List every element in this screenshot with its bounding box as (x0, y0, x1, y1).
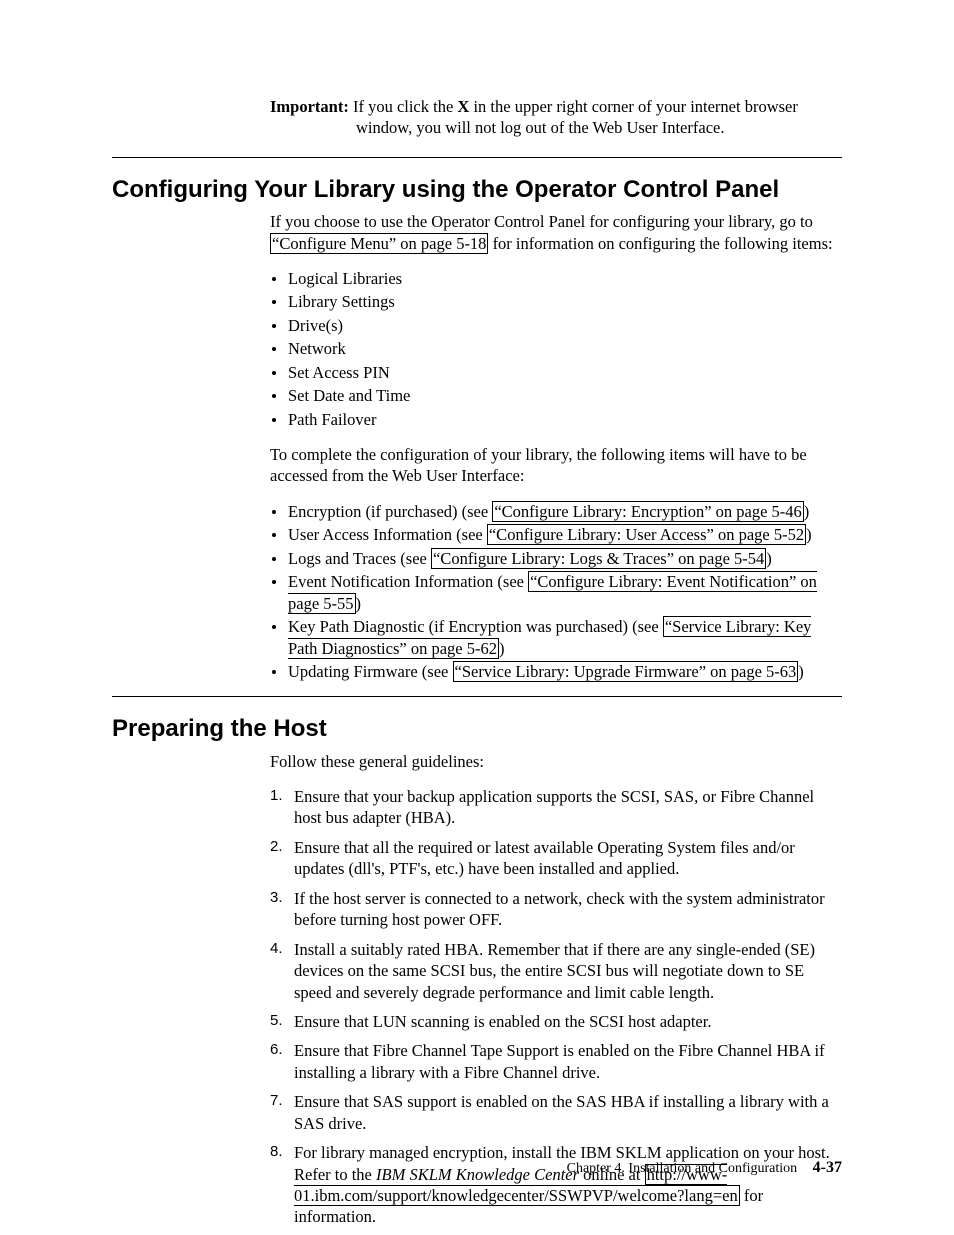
list-item-pre: Key Path Diagnostic (if Encryption was p… (288, 617, 663, 636)
list-item: Updating Firmware (see “Service Library:… (270, 661, 842, 682)
list-item-pre: User Access Information (see (288, 525, 487, 544)
list-item-post: ) (499, 639, 505, 658)
user-access-link[interactable]: “Configure Library: User Access” on page… (487, 524, 806, 545)
intro-a-text: If you choose to use the Operator Contro… (270, 212, 813, 231)
step-item: Ensure that all the required or latest a… (270, 837, 842, 880)
page: Important: If you click the X in the upp… (0, 0, 954, 1235)
important-line2: window, you will not log out of the Web … (356, 117, 842, 138)
list-item: Drive(s) (270, 315, 842, 336)
list-item-post: ) (766, 549, 772, 568)
configure-menu-link[interactable]: “Configure Menu” on page 5-18 (270, 233, 488, 254)
step-item: Install a suitably rated HBA. Remember t… (270, 939, 842, 1003)
encryption-link[interactable]: “Configure Library: Encryption” on page … (492, 501, 803, 522)
step-item: For library managed encryption, install … (270, 1142, 842, 1228)
section-title-b: Preparing the Host (112, 713, 842, 744)
list-item: Encryption (if purchased) (see “Configur… (270, 501, 842, 522)
list-item-post: ) (806, 525, 812, 544)
section-a-body: If you choose to use the Operator Contro… (270, 211, 842, 682)
list-item-label: Library Settings (288, 292, 395, 311)
step-text: If the host server is connected to a net… (294, 889, 825, 929)
list-item: Logical Libraries (270, 268, 842, 289)
step-text: Ensure that Fibre Channel Tape Support i… (294, 1041, 825, 1081)
intro-paragraph-b: Follow these general guidelines: (270, 751, 842, 772)
list-item-label: Set Access PIN (288, 363, 390, 382)
section-divider (112, 157, 842, 158)
upgrade-firmware-link[interactable]: “Service Library: Upgrade Firmware” on p… (453, 661, 799, 682)
list-item-pre: Encryption (if purchased) (see (288, 502, 492, 521)
important-body: If you click the X in the upper right co… (353, 97, 798, 116)
step-text: Ensure that your backup application supp… (294, 787, 814, 827)
step-item: Ensure that LUN scanning is enabled on t… (270, 1011, 842, 1032)
step-text: Ensure that all the required or latest a… (294, 838, 795, 878)
intro-paragraph-2: To complete the configuration of your li… (270, 444, 842, 487)
list-item: Library Settings (270, 291, 842, 312)
step-text: Ensure that LUN scanning is enabled on t… (294, 1012, 711, 1031)
list-item: Set Access PIN (270, 362, 842, 383)
footer-chapter: Chapter 4. Installation and Configuratio… (567, 1161, 798, 1176)
list-item-label: Path Failover (288, 410, 376, 429)
list-item: Event Notification Information (see “Con… (270, 571, 842, 614)
list-item: Path Failover (270, 409, 842, 430)
logs-traces-link[interactable]: “Configure Library: Logs & Traces” on pa… (431, 548, 766, 569)
list-item: Logs and Traces (see “Configure Library:… (270, 548, 842, 569)
list-item: Key Path Diagnostic (if Encryption was p… (270, 616, 842, 659)
section-title-a: Configuring Your Library using the Opera… (112, 174, 842, 205)
list-item-pre: Updating Firmware (see (288, 662, 453, 681)
important-label: Important: (270, 97, 349, 116)
list-item-post: ) (798, 662, 804, 681)
list-item-label: Drive(s) (288, 316, 343, 335)
important-text-b: in the upper right corner of your intern… (469, 97, 798, 116)
xref-list: Encryption (if purchased) (see “Configur… (270, 501, 842, 683)
section-b-body: Follow these general guidelines: Ensure … (270, 751, 842, 1228)
list-item-pre: Event Notification Information (see (288, 572, 528, 591)
list-item: Network (270, 338, 842, 359)
footer-page-number: 4-37 (813, 1159, 842, 1176)
config-items-list: Logical Libraries Library Settings Drive… (270, 268, 842, 430)
intro-b-text: for information on configuring the follo… (488, 234, 832, 253)
list-item-label: Set Date and Time (288, 386, 410, 405)
list-item: Set Date and Time (270, 385, 842, 406)
list-item-pre: Logs and Traces (see (288, 549, 431, 568)
important-text-x: X (457, 97, 469, 116)
list-item-label: Network (288, 339, 346, 358)
step-text: Install a suitably rated HBA. Remember t… (294, 940, 815, 1002)
section-divider (112, 696, 842, 697)
step-item: Ensure that your backup application supp… (270, 786, 842, 829)
important-text-a: If you click the (353, 97, 457, 116)
intro-paragraph-a: If you choose to use the Operator Contro… (270, 211, 842, 254)
step-item: If the host server is connected to a net… (270, 888, 842, 931)
step-text-em: IBM SKLM Knowledge Center (376, 1165, 579, 1184)
list-item-label: Logical Libraries (288, 269, 402, 288)
step-item: Ensure that Fibre Channel Tape Support i… (270, 1040, 842, 1083)
important-note: Important: If you click the X in the upp… (270, 96, 842, 139)
step-text: Ensure that SAS support is enabled on th… (294, 1092, 829, 1132)
list-item-post: ) (804, 502, 810, 521)
page-footer: Chapter 4. Installation and Configuratio… (567, 1158, 842, 1179)
list-item: User Access Information (see “Configure … (270, 524, 842, 545)
step-item: Ensure that SAS support is enabled on th… (270, 1091, 842, 1134)
list-item-post: ) (356, 594, 362, 613)
